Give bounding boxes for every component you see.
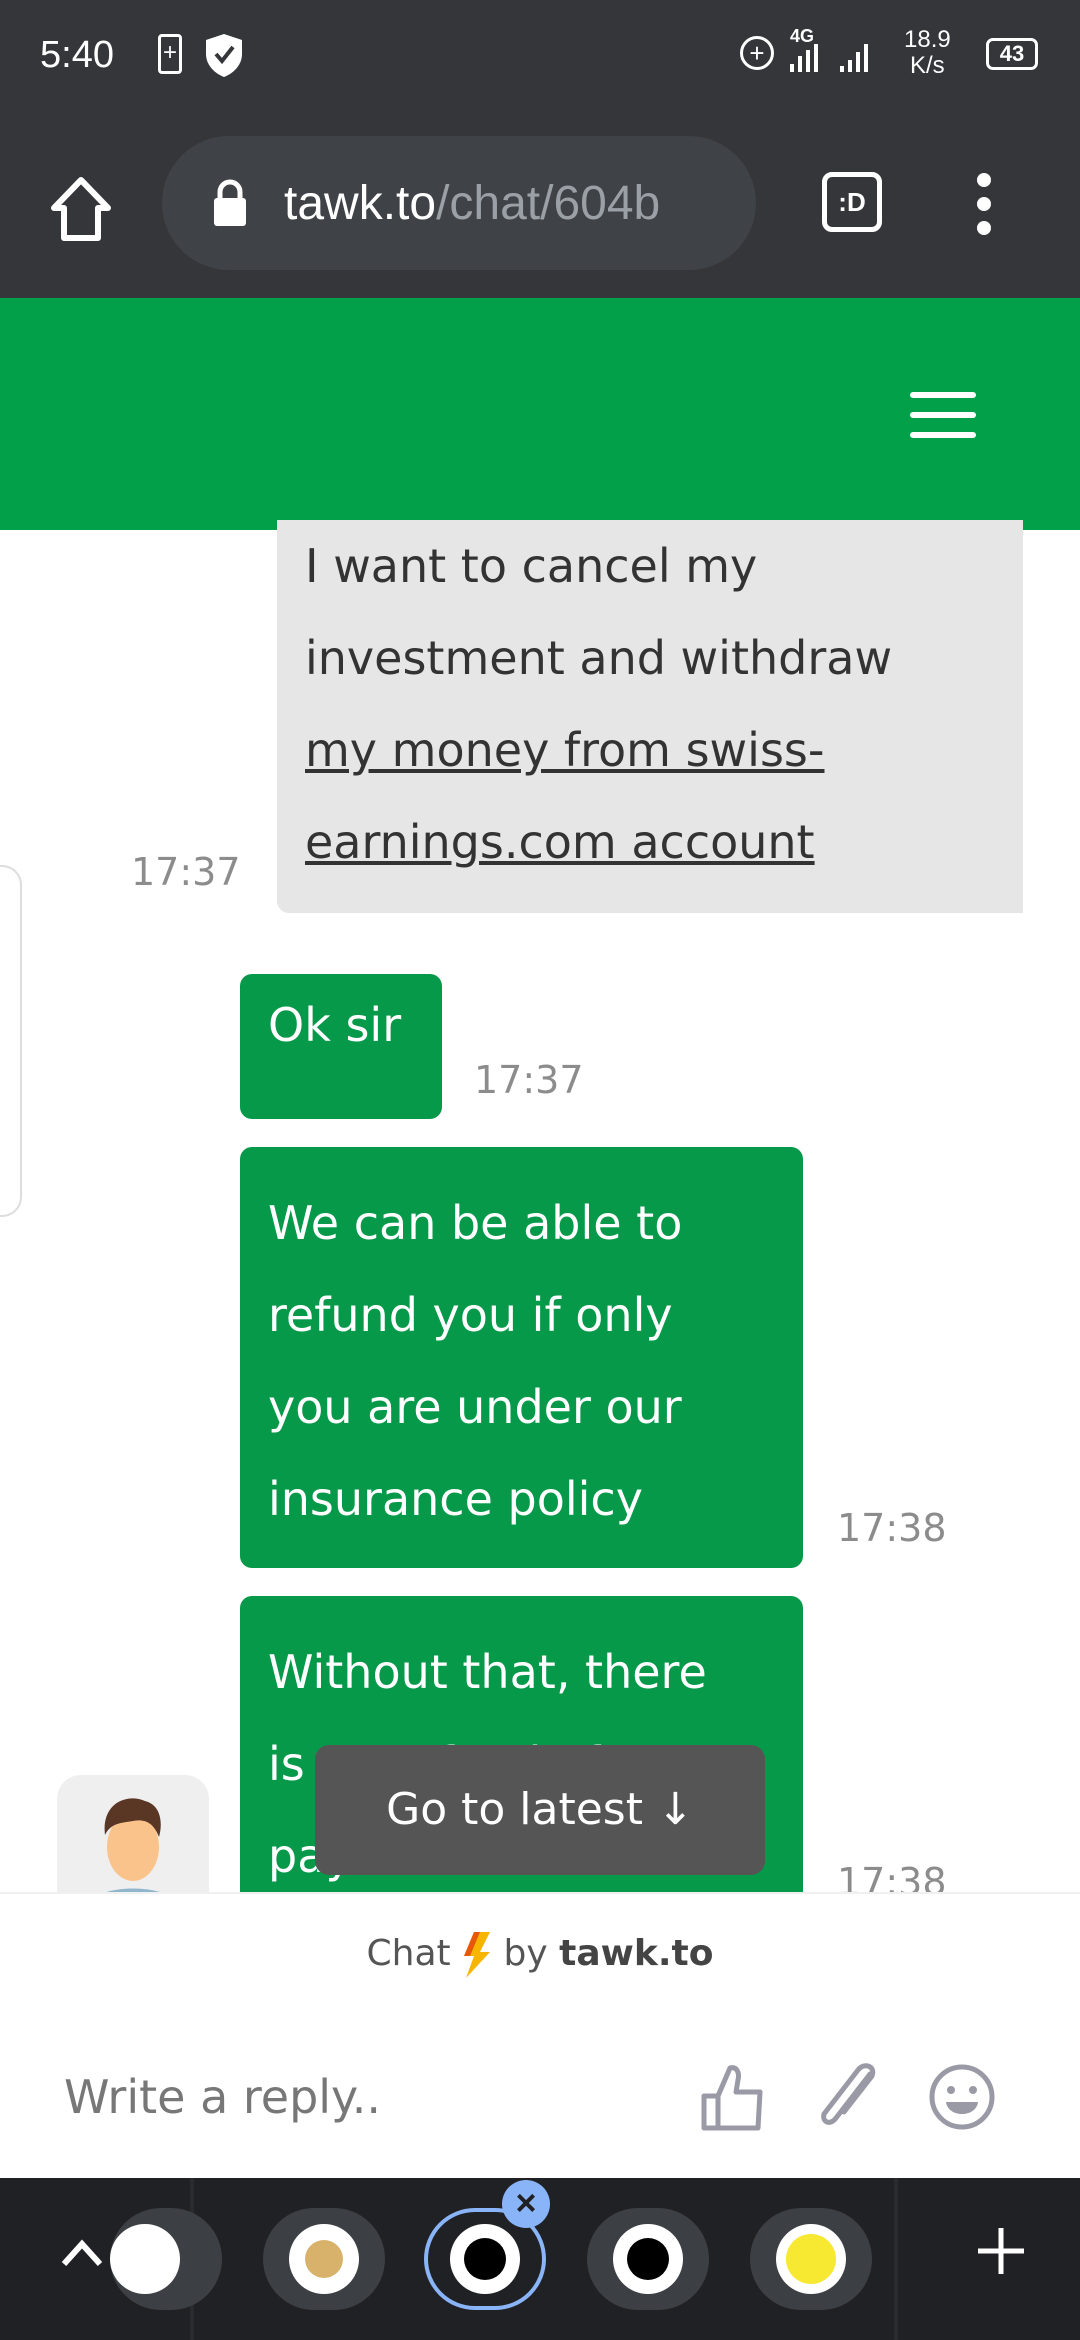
net-speed: 18.9 [904, 26, 951, 53]
go-to-latest-button[interactable]: Go to latest ↓ [315, 1745, 765, 1875]
status-bar: 5:40 + + 4G 18.9 K/s 43 [0, 0, 1080, 112]
message-line: insurance policy [268, 1472, 643, 1526]
visitor-message: I want to cancel my investment and withdr… [277, 520, 1023, 913]
battery-icon: 43 [986, 38, 1038, 70]
tab-thumbnail[interactable] [750, 2208, 872, 2310]
hamburger-menu-icon[interactable] [910, 392, 976, 438]
message-line: refund you if only [268, 1288, 673, 1342]
powered-by[interactable]: Chat by tawk.to [0, 1932, 1080, 1978]
tab-switcher-button[interactable]: :D [822, 172, 882, 232]
side-widget-tab[interactable] [0, 865, 22, 1217]
agent-message: We can be able to refund you if only you a… [240, 1147, 803, 1568]
thumbs-up-icon[interactable] [700, 2062, 766, 2132]
globe-icon [450, 2224, 520, 2294]
globe-icon [613, 2224, 683, 2294]
url-host: tawk.to [284, 177, 437, 230]
home-icon[interactable] [50, 176, 112, 242]
message-time: 17:38 [837, 1506, 947, 1550]
chat-footer: Chat by tawk.to Write a reply.. [0, 1892, 1080, 2178]
clock: 5:40 [40, 34, 114, 76]
arrow-down-icon: ↓ [656, 1784, 694, 1835]
lock-icon [214, 179, 246, 226]
tab-thumbnail[interactable] [110, 2208, 222, 2310]
message-line: you are under our [268, 1380, 682, 1434]
reply-input[interactable]: Write a reply.. [64, 2070, 381, 2124]
tab-strip: × [0, 2178, 1080, 2340]
lightning-icon [464, 1932, 491, 1978]
url-path: /chat/604b [436, 177, 661, 230]
message-time: 17:37 [474, 1058, 584, 1102]
emoji-icon[interactable] [928, 2062, 996, 2132]
agent-message: Ok sir [240, 974, 442, 1119]
close-tab-icon[interactable]: × [502, 2180, 550, 2228]
agent-avatar [57, 1775, 209, 1905]
message-time: 17:37 [131, 850, 241, 894]
message-line: earnings.com account [305, 815, 815, 869]
shield-check-icon [206, 34, 242, 77]
url-bar[interactable]: tawk.to/chat/604b [162, 136, 756, 270]
chat-header [0, 298, 1080, 530]
yellow-favicon-icon [776, 2224, 846, 2294]
go-to-latest-label: Go to latest [386, 1784, 643, 1835]
battery-saver-icon: + [158, 34, 182, 74]
data-saver-icon: + [740, 36, 774, 70]
message-line: my money from swiss- [305, 723, 825, 777]
attachment-icon[interactable] [818, 2060, 884, 2134]
chevron-up-icon[interactable] [60, 2238, 104, 2268]
signal-icon [790, 44, 868, 72]
net-speed-unit: K/s [910, 52, 945, 79]
lion-favicon-icon [289, 2224, 359, 2294]
message-line: Without that, there [268, 1645, 707, 1699]
new-tab-plus-icon[interactable] [976, 2226, 1026, 2276]
message-line: investment and withdraw [305, 631, 893, 685]
bull-favicon-icon [110, 2224, 180, 2294]
more-menu-icon[interactable] [972, 172, 996, 236]
person-avatar-icon [87, 1798, 179, 1905]
tab-thumbnail[interactable] [263, 2208, 385, 2310]
message-line: I want to cancel my [305, 539, 758, 593]
tab-thumbnail[interactable] [587, 2208, 709, 2310]
message-line: We can be able to [268, 1196, 683, 1250]
browser-toolbar: tawk.to/chat/604b :D [0, 112, 1080, 298]
